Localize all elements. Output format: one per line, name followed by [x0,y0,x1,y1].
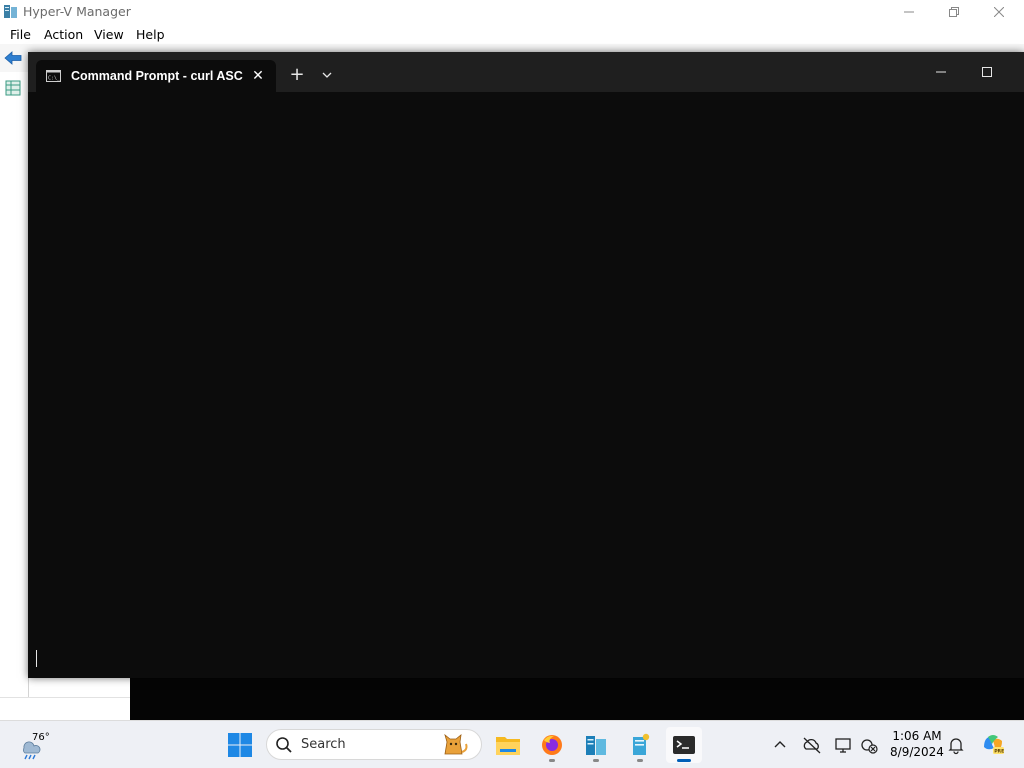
hyper-v-close-button[interactable] [976,0,1022,23]
folder-icon [496,737,520,755]
hyper-v-minimize-button[interactable] [886,0,932,23]
hyper-v-titlebar[interactable]: Hyper-V Manager [0,0,1024,23]
hyper-v-tree-node-icon[interactable] [5,80,21,96]
weather-temperature: 76° [32,732,50,743]
running-indicator [593,759,599,762]
terminal-icon [673,736,695,754]
hyper-v-status-area [0,697,130,721]
minimize-icon [904,11,914,12]
taskbar-app-vm-connect[interactable] [622,727,658,763]
terminal-titlebar[interactable]: C:\_ Command Prompt - curl ASC ✕ + [28,52,1024,92]
weather-widget[interactable]: 76° [14,726,74,764]
search-icon [276,737,292,753]
svg-text:C:\_: C:\_ [48,76,61,82]
firefox-icon [542,735,562,755]
taskbar: 76° Search 1:06 AM 8/9/2024 PRE [0,720,1024,768]
new-tab-button[interactable]: + [286,64,308,86]
tab-close-button[interactable]: ✕ [250,68,266,84]
vm-connect-icon [633,733,650,755]
hyper-v-window-title: Hyper-V Manager [23,4,131,19]
close-icon [994,6,1004,17]
background-dark-region [130,678,1024,720]
back-arrow-icon[interactable] [4,50,22,66]
terminal-output-area[interactable] [28,92,1024,678]
hyper-v-manager-icon [586,736,606,755]
menu-help[interactable]: Help [136,27,165,42]
svg-text:PRE: PRE [994,749,1004,755]
menu-file[interactable]: File [10,27,31,42]
taskbar-app-terminal[interactable] [666,727,702,763]
tab-title: Command Prompt - curl ASC [71,69,243,83]
network-disconnected-icon[interactable] [858,734,880,756]
menu-view[interactable]: View [94,27,124,42]
terminal-tab[interactable]: C:\_ Command Prompt - curl ASC ✕ [36,60,276,92]
bell-icon[interactable] [946,735,966,755]
terminal-minimize-button[interactable] [918,60,964,84]
clock-date: 8/9/2024 [890,745,944,759]
terminal-window: C:\_ Command Prompt - curl ASC ✕ + [28,52,1024,678]
hyper-v-app-icon [4,5,17,18]
taskbar-app-hyper-v-manager[interactable] [578,727,614,763]
taskbar-clock[interactable]: 1:06 AM 8/9/2024 [884,728,950,760]
hyper-v-restore-button[interactable] [931,0,977,23]
start-button[interactable] [224,729,256,761]
text-cursor [36,650,37,667]
chevron-down-icon[interactable] [316,64,338,86]
cmd-icon: C:\_ [46,70,61,82]
running-indicator [637,759,643,762]
display-icon[interactable] [833,734,855,756]
clock-time: 1:06 AM [892,729,942,743]
chevron-up-icon[interactable] [770,735,790,755]
hyper-v-menubar: File Action View Help [0,23,1024,44]
taskbar-app-firefox[interactable] [534,727,570,763]
restore-icon [949,6,959,17]
onedrive-offline-icon[interactable] [801,734,823,756]
taskbar-app-file-explorer[interactable] [490,727,526,763]
hyper-v-tree-pane [0,72,29,697]
active-app-indicator [677,759,691,762]
running-indicator [549,759,555,762]
search-highlight-cat-icon [444,733,468,755]
taskbar-search-box[interactable]: Search [266,729,482,760]
menu-action[interactable]: Action [44,27,83,42]
search-placeholder: Search [301,737,346,752]
copilot-icon[interactable]: PRE [980,731,1006,757]
terminal-maximize-button[interactable] [964,60,1010,84]
